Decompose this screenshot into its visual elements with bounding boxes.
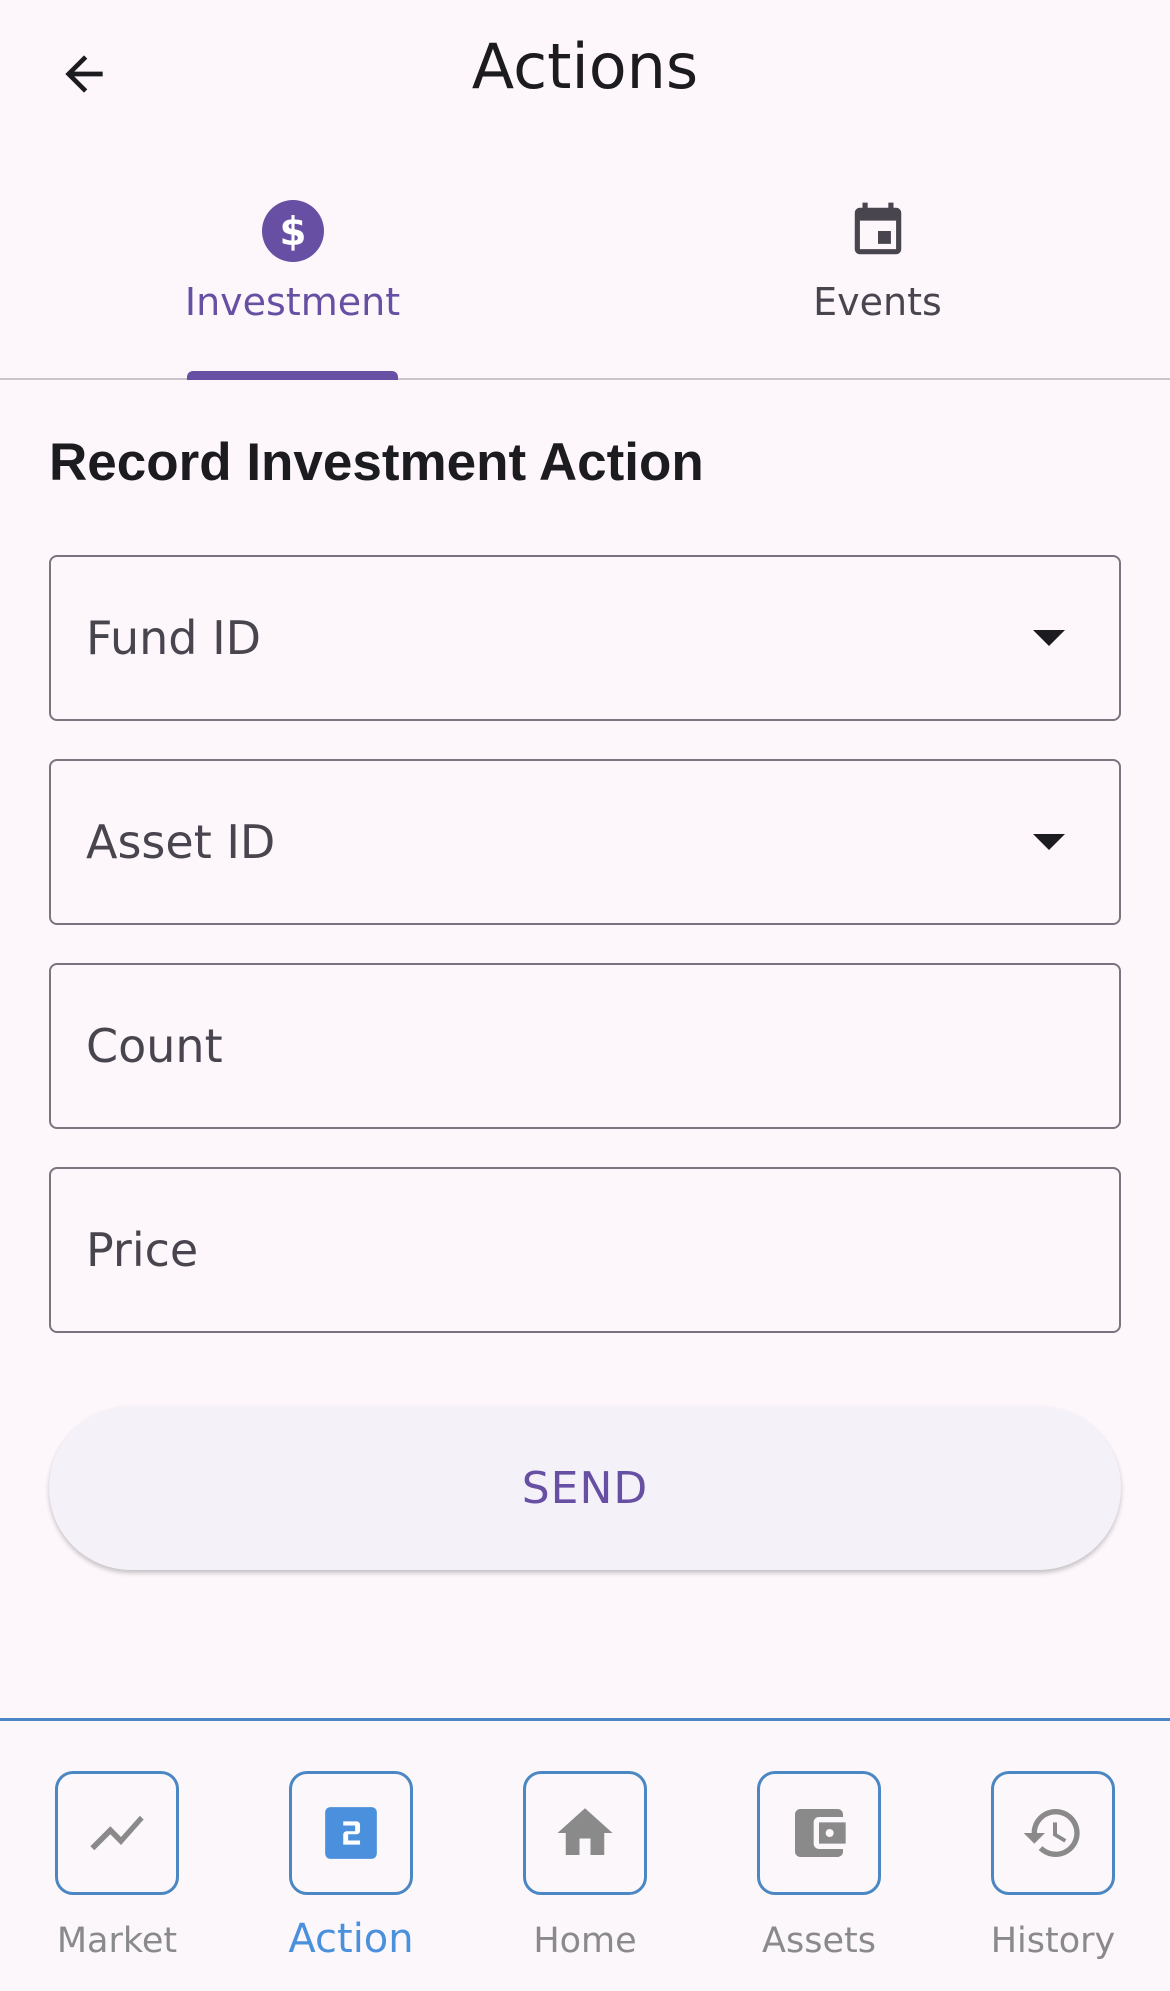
nav-icon-box — [991, 1771, 1115, 1895]
asset-id-label: Asset ID — [86, 815, 276, 869]
trending-line-icon — [90, 1815, 144, 1851]
nav-label-market: Market — [56, 1921, 178, 1961]
dollar-circle-icon: $ — [261, 200, 324, 262]
nav-item-home[interactable]: Home — [468, 1721, 702, 1991]
bottom-navigation: Market Action Home Assets History — [0, 1718, 1170, 1991]
tab-indicator — [187, 371, 398, 380]
price-label: Price — [86, 1223, 199, 1277]
nav-icon-box — [55, 1771, 179, 1895]
nav-label-home: Home — [533, 1921, 637, 1961]
history-icon — [1023, 1809, 1080, 1857]
tab-investment-label: Investment — [184, 280, 401, 324]
count-label: Count — [86, 1019, 223, 1073]
asset-id-dropdown[interactable]: Asset ID — [49, 759, 1121, 925]
send-button[interactable]: SEND — [49, 1406, 1121, 1570]
tab-events-label: Events — [813, 280, 942, 324]
tab-investment[interactable]: $ Investment — [0, 150, 585, 380]
wallet-icon — [795, 1809, 846, 1857]
actions-screen: Actions $ Investment Events Record Inves… — [0, 0, 1170, 1991]
nav-item-market[interactable]: Market — [0, 1721, 234, 1991]
form-title: Record Investment Action — [49, 433, 704, 492]
nav-label-assets: Assets — [762, 1921, 876, 1961]
page-title: Actions — [471, 30, 699, 103]
nav-item-action[interactable]: Action — [234, 1721, 468, 1991]
nav-label-action: Action — [288, 1916, 414, 1962]
dropdown-arrow-icon — [1033, 630, 1065, 646]
nav-icon-box — [289, 1771, 413, 1895]
dropdown-arrow-icon — [1033, 834, 1065, 850]
count-field[interactable]: Count — [49, 963, 1121, 1129]
nav-item-history[interactable]: History — [936, 1721, 1170, 1991]
tab-bar: $ Investment Events — [0, 150, 1170, 380]
app-bar: Actions — [0, 0, 1170, 150]
home-icon — [557, 1808, 613, 1855]
tab-events[interactable]: Events — [585, 150, 1170, 378]
nav-item-assets[interactable]: Assets — [702, 1721, 936, 1991]
number-2-icon — [325, 1807, 377, 1859]
fund-id-label: Fund ID — [86, 611, 262, 665]
svg-text:$: $ — [279, 210, 306, 255]
nav-icon-box — [757, 1771, 881, 1895]
nav-label-history: History — [990, 1921, 1116, 1961]
price-field[interactable]: Price — [49, 1167, 1121, 1333]
nav-icon-box — [523, 1771, 647, 1895]
fund-id-dropdown[interactable]: Fund ID — [49, 555, 1121, 721]
calendar-event-icon — [854, 202, 901, 255]
